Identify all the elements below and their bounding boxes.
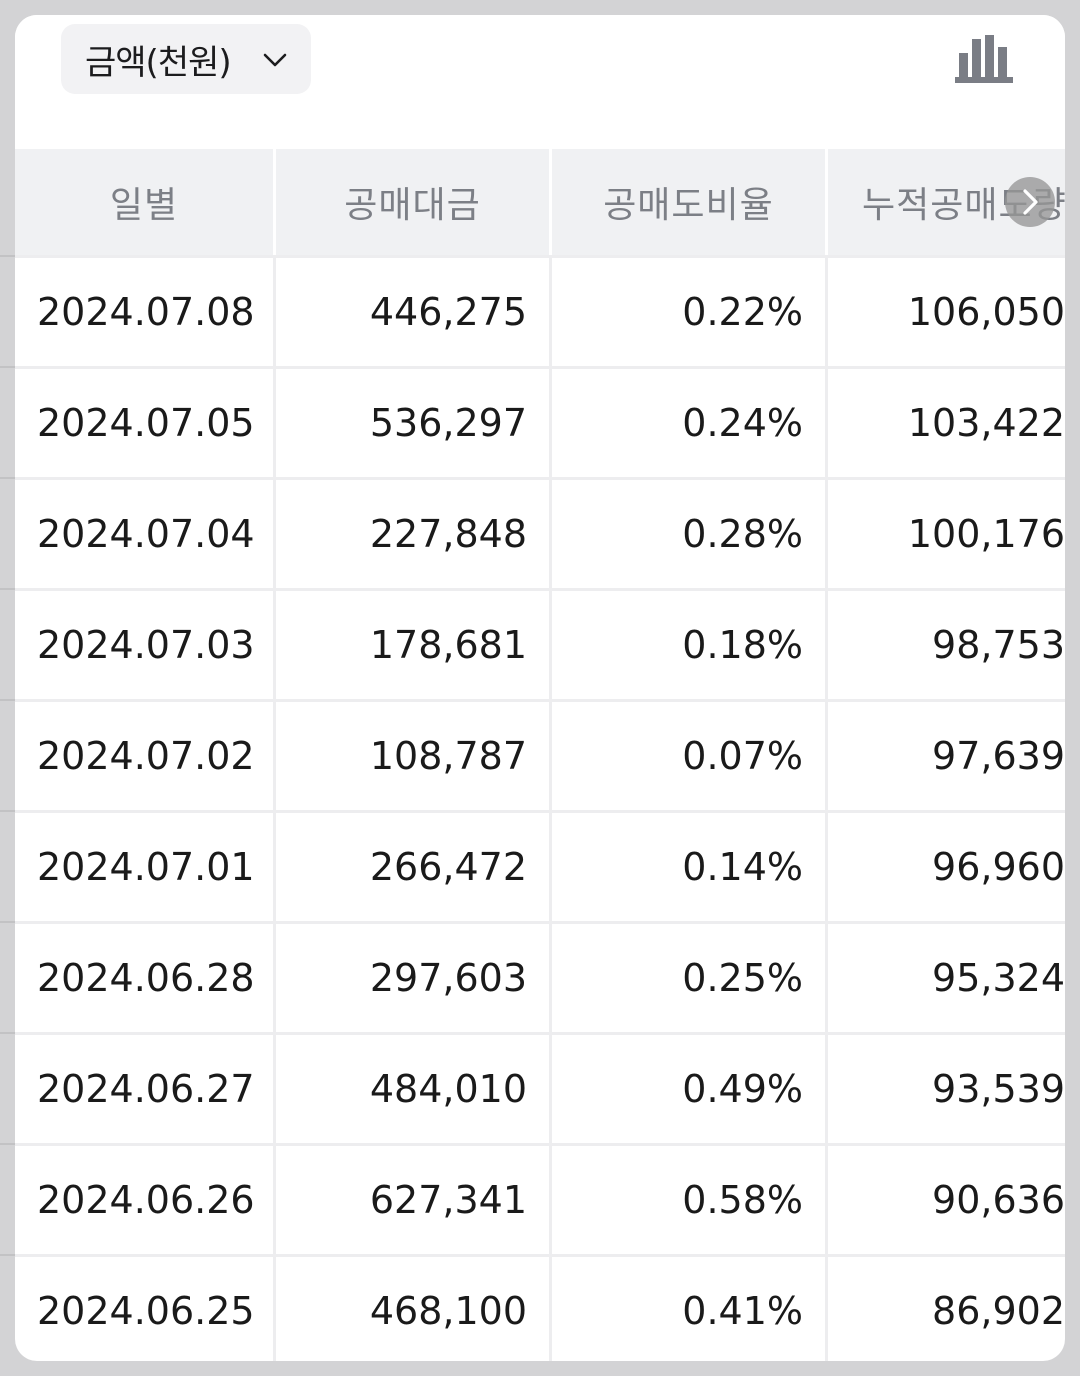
cell-date: 2024.07.08 (37, 290, 255, 334)
cell-cumulative-volume: 100,176 (907, 512, 1065, 556)
bottom-strip (0, 1361, 1080, 1376)
cell-cumulative-volume: 90,636 (932, 1178, 1065, 1222)
cell-short-ratio: 0.22% (682, 290, 803, 334)
header-divider (549, 149, 552, 255)
edge-tick (0, 1032, 15, 1034)
cell-short-amount: 484,010 (369, 1067, 527, 1111)
cell-date: 2024.07.03 (37, 623, 255, 667)
cell-date: 2024.07.02 (37, 734, 255, 778)
cell-short-amount: 227,848 (369, 512, 527, 556)
cell-cumulative-volume: 106,050 (907, 290, 1065, 334)
cell-cumulative-volume: 98,753 (932, 623, 1065, 667)
edge-tick (0, 477, 15, 479)
cell-cumulative-volume: 96,960 (932, 845, 1065, 889)
unit-select-label: 금액(천원) (85, 42, 232, 83)
column-divider (273, 255, 276, 1361)
unit-select-dropdown[interactable]: 금액(천원) (61, 24, 311, 94)
table-row[interactable]: 2024.06.26 627,341 0.58% 90,636 (15, 1143, 1065, 1254)
edge-tick (0, 1143, 15, 1145)
edge-tick (0, 366, 15, 368)
cell-date: 2024.06.25 (37, 1289, 255, 1333)
cell-cumulative-volume: 97,639 (932, 734, 1065, 778)
cell-short-amount: 468,100 (369, 1289, 527, 1333)
cell-short-ratio: 0.18% (682, 623, 803, 667)
column-divider (549, 255, 552, 1361)
cell-short-ratio: 0.07% (682, 734, 803, 778)
cell-short-ratio: 0.28% (682, 512, 803, 556)
table-row[interactable]: 2024.06.27 484,010 0.49% 93,539 (15, 1032, 1065, 1143)
cell-short-ratio: 0.25% (682, 956, 803, 1000)
header-divider (273, 149, 276, 255)
table-header-row: 일별 공매대금 공매도비율 누적공매도량 (15, 149, 1065, 255)
bar-chart-icon[interactable] (955, 35, 1013, 83)
cell-date: 2024.07.04 (37, 512, 255, 556)
cell-short-amount: 108,787 (369, 734, 527, 778)
chevron-right-icon (1023, 189, 1038, 215)
edge-tick (0, 588, 15, 590)
header-short-ratio[interactable]: 공매도비율 (552, 149, 825, 255)
cell-date: 2024.07.05 (37, 401, 255, 445)
cell-short-amount: 446,275 (369, 290, 527, 334)
edge-tick (0, 1254, 15, 1256)
scroll-right-button[interactable] (1005, 177, 1055, 227)
edge-tick (0, 255, 15, 257)
cell-date: 2024.07.01 (37, 845, 255, 889)
chevron-down-icon (263, 53, 287, 67)
cell-short-ratio: 0.14% (682, 845, 803, 889)
cell-cumulative-volume: 95,324 (932, 956, 1065, 1000)
cell-short-amount: 536,297 (369, 401, 527, 445)
cell-date: 2024.06.28 (37, 956, 255, 1000)
cell-short-ratio: 0.41% (682, 1289, 803, 1333)
cell-short-amount: 178,681 (369, 623, 527, 667)
cell-short-ratio: 0.58% (682, 1178, 803, 1222)
table-row[interactable]: 2024.07.05 536,297 0.24% 103,422 (15, 366, 1065, 477)
column-divider (825, 255, 828, 1361)
cell-short-ratio: 0.24% (682, 401, 803, 445)
toolbar: 금액(천원) (15, 15, 1065, 149)
table-row[interactable]: 2024.07.08 446,275 0.22% 106,050 (15, 255, 1065, 366)
cell-short-amount: 266,472 (369, 845, 527, 889)
cell-date: 2024.06.26 (37, 1178, 255, 1222)
header-short-amount[interactable]: 공매대금 (276, 149, 549, 255)
edge-tick (0, 921, 15, 923)
cell-short-amount: 297,603 (369, 956, 527, 1000)
short-selling-card: 금액(천원) 일별 공매대금 공매도비율 누적공매도량 2024.06.25 4… (15, 15, 1065, 1361)
cell-cumulative-volume: 86,902 (932, 1289, 1065, 1333)
cell-cumulative-volume: 103,422 (907, 401, 1065, 445)
table-row[interactable]: 2024.07.02 108,787 0.07% 97,639 (15, 699, 1065, 810)
cell-short-amount: 627,341 (369, 1178, 527, 1222)
edge-tick (0, 810, 15, 812)
header-date[interactable]: 일별 (15, 149, 273, 255)
table-row[interactable]: 2024.07.04 227,848 0.28% 100,176 (15, 477, 1065, 588)
table-row[interactable]: 2024.07.03 178,681 0.18% 98,753 (15, 588, 1065, 699)
cell-short-ratio: 0.49% (682, 1067, 803, 1111)
cell-date: 2024.06.27 (37, 1067, 255, 1111)
edge-tick (0, 699, 15, 701)
table-row[interactable]: 2024.06.25 468,100 0.41% 86,902 (15, 1254, 1065, 1361)
header-divider (825, 149, 828, 255)
table-row[interactable]: 2024.06.28 297,603 0.25% 95,324 (15, 921, 1065, 1032)
cell-cumulative-volume: 93,539 (932, 1067, 1065, 1111)
table-row[interactable]: 2024.07.01 266,472 0.14% 96,960 (15, 810, 1065, 921)
